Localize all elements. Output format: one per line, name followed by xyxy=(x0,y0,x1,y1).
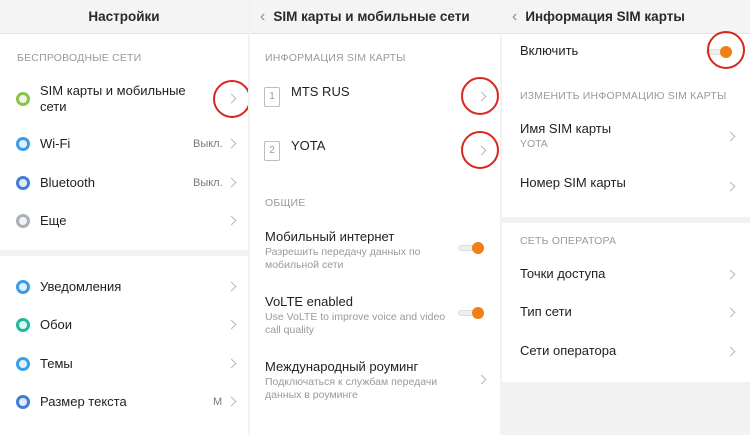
setting-description: Use VoLTE to improve voice and video cal… xyxy=(265,311,446,336)
section-sim-info-header: ИНФОРМАЦИЯ SIM КАРТЫ xyxy=(265,52,406,64)
menu-item-notifications[interactable]: Уведомления xyxy=(0,275,248,299)
sim-slot-2-icon: 2 xyxy=(264,141,280,161)
chevron-right-icon xyxy=(725,307,736,318)
sim-name: MTS RUS xyxy=(291,84,350,99)
section-wireless-header: БЕСПРОВОДНЫЕ СЕТИ xyxy=(17,52,142,64)
operator-item-label: Точки доступа xyxy=(520,266,606,281)
bluetooth-status: Выкл. xyxy=(193,177,223,189)
setting-label: VoLTE enabled xyxy=(265,294,353,309)
roaming-row[interactable]: Международный роуминг Подключаться к слу… xyxy=(250,356,500,404)
chevron-right-icon xyxy=(725,269,736,280)
bluetooth-icon xyxy=(16,176,30,190)
back-arrow-icon[interactable]: ‹ xyxy=(512,8,517,26)
chevron-right-icon xyxy=(226,138,237,149)
menu-item-bluetooth[interactable]: Bluetooth Выкл. xyxy=(0,171,248,195)
menu-item-label: Обои xyxy=(40,317,73,332)
volte-row[interactable]: VoLTE enabled Use VoLTE to improve voice… xyxy=(250,291,500,339)
highlight-circle xyxy=(707,31,745,69)
section-divider xyxy=(502,217,750,223)
settings-header: Настройки xyxy=(0,0,248,34)
sim-cards-panel: ‹ SIM карты и мобильные сети ИНФОРМАЦИЯ … xyxy=(250,0,500,435)
highlight-circle xyxy=(461,77,499,115)
volte-toggle[interactable] xyxy=(458,306,484,320)
sim-name: YOTA xyxy=(291,138,326,153)
menu-item-label: Еще xyxy=(40,213,67,228)
section-divider xyxy=(0,250,248,256)
access-points-row[interactable]: Точки доступа xyxy=(502,263,750,287)
chevron-right-icon xyxy=(226,177,237,188)
more-icon xyxy=(16,214,30,228)
chevron-right-icon xyxy=(226,215,237,226)
sim-name-label: Имя SIM карты xyxy=(520,121,612,136)
operator-item-label: Сети оператора xyxy=(520,343,617,358)
page-title: Информация SIM карты xyxy=(525,9,685,24)
menu-item-label: Размер текста xyxy=(40,394,127,409)
sim-icon xyxy=(16,92,30,106)
setting-description: Разрешить передачу данных по мобильной с… xyxy=(265,246,421,271)
menu-item-text-size[interactable]: Размер текста М xyxy=(0,390,248,414)
page-title: Настройки xyxy=(88,9,160,24)
chevron-right-icon xyxy=(725,346,736,357)
sim-info-panel: ‹ Информация SIM карты Включить ИЗМЕНИТЬ… xyxy=(502,0,750,435)
chevron-right-icon xyxy=(725,131,736,142)
operator-networks-row[interactable]: Сети оператора xyxy=(502,340,750,364)
highlight-circle xyxy=(213,80,248,118)
setting-label: Мобильный интернет xyxy=(265,229,395,244)
chevron-right-icon xyxy=(226,358,237,369)
menu-item-label: Уведомления xyxy=(40,279,122,294)
menu-item-label: Bluetooth xyxy=(40,175,95,190)
enable-label: Включить xyxy=(520,43,579,58)
setting-description: Подключаться к службам передачи данных в… xyxy=(265,376,438,401)
sim-number-row[interactable]: Номер SIM карты xyxy=(502,172,750,196)
notifications-icon xyxy=(16,280,30,294)
menu-item-more[interactable]: Еще xyxy=(0,209,248,233)
sim-number-label: Номер SIM карты xyxy=(520,175,626,190)
settings-screen: Настройки БЕСПРОВОДНЫЕ СЕТИ SIM карты и … xyxy=(0,0,750,435)
section-operator-header: СЕТЬ ОПЕРАТОРА xyxy=(520,235,617,247)
menu-item-themes[interactable]: Темы xyxy=(0,352,248,376)
chevron-right-icon xyxy=(476,374,487,385)
sim-slot-1-icon: 1 xyxy=(264,87,280,107)
operator-item-label: Тип сети xyxy=(520,304,572,319)
mobile-internet-toggle[interactable] xyxy=(458,241,484,255)
setting-label: Международный роуминг xyxy=(265,359,419,374)
chevron-right-icon xyxy=(226,396,237,407)
menu-item-wifi[interactable]: Wi-Fi Выкл. xyxy=(0,132,248,156)
mobile-internet-row[interactable]: Мобильный интернет Разрешить передачу да… xyxy=(250,226,500,274)
menu-item-label: Wi-Fi xyxy=(40,136,71,151)
themes-icon xyxy=(16,357,30,371)
sim-info-header: ‹ Информация SIM карты xyxy=(502,0,750,34)
settings-panel: Настройки БЕСПРОВОДНЫЕ СЕТИ SIM карты и … xyxy=(0,0,248,435)
sim-name-value: YOTA xyxy=(520,138,548,150)
wifi-icon xyxy=(16,137,30,151)
text-size-value: М xyxy=(213,396,223,408)
sim-cards-header: ‹ SIM карты и мобильные сети xyxy=(250,0,500,34)
menu-item-label: Темы xyxy=(40,356,73,371)
page-title: SIM карты и мобильные сети xyxy=(273,9,470,24)
menu-item-label: SIM карты и мобильные сети xyxy=(40,83,186,114)
back-arrow-icon[interactable]: ‹ xyxy=(260,8,265,26)
highlight-circle xyxy=(461,131,499,169)
section-general-header: ОБЩИЕ xyxy=(265,197,306,209)
chevron-right-icon xyxy=(226,281,237,292)
wallpaper-icon xyxy=(16,318,30,332)
chevron-right-icon xyxy=(725,181,736,192)
section-edit-header: ИЗМЕНИТЬ ИНФОРМАЦИЮ SIM КАРТЫ xyxy=(520,90,727,102)
menu-item-wallpaper[interactable]: Обои xyxy=(0,313,248,337)
wifi-status: Выкл. xyxy=(193,138,223,150)
chevron-right-icon xyxy=(226,319,237,330)
bottom-fill xyxy=(502,382,750,435)
sim-name-row[interactable]: Имя SIM карты YOTA xyxy=(502,118,750,158)
network-type-row[interactable]: Тип сети xyxy=(502,301,750,325)
menu-item-sim-cards[interactable]: SIM карты и мобильные сети xyxy=(0,76,248,122)
text-size-icon xyxy=(16,395,30,409)
